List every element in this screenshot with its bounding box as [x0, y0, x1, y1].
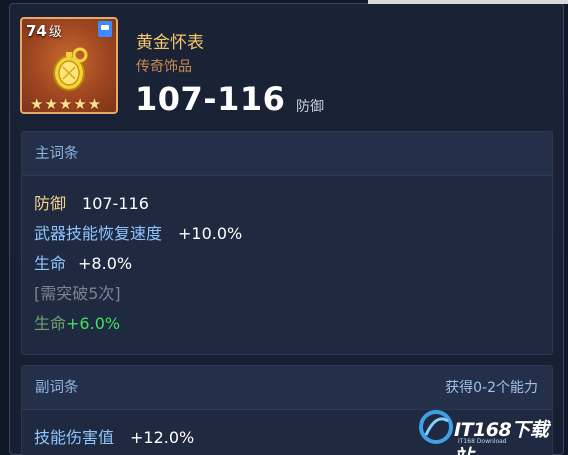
item-icon-slot[interactable]: 74 级 ★★★★★	[20, 17, 118, 114]
primary-affix-panel: 主词条 防御 107-116 武器技能恢复速度 +10.0% 生命 +8.0% [需突…	[21, 131, 553, 355]
affix-row-defense: 防御 107-116	[34, 190, 149, 214]
watermark-subtext: IT168 Download	[458, 438, 507, 445]
main-stat-value: 107-116	[135, 80, 286, 118]
affix-row-skill-recovery: 武器技能恢复速度 +10.0%	[34, 220, 242, 244]
breakthrough-requirement: [需突破5次]	[34, 280, 121, 304]
affix-row-life-bonus: 生命+6.0%	[34, 310, 120, 334]
affix-row-skill-damage: 技能伤害值 +12.0%	[34, 424, 194, 448]
secondary-affix-title: 副词条 获得0-2个能力	[22, 366, 552, 410]
item-level: 74 级	[26, 21, 62, 40]
primary-affix-title-text: 主词条	[35, 146, 79, 162]
affix-label: 生命	[34, 314, 67, 333]
item-level-number: 74	[26, 22, 47, 40]
affix-value: +8.0%	[78, 254, 133, 273]
watermark-text: IT168下载站	[454, 419, 549, 455]
item-rarity: 传奇饰品	[136, 59, 192, 75]
affix-label: 武器技能恢复速度	[34, 224, 163, 243]
affix-label: 防御	[34, 194, 67, 213]
gold-pocket-watch-icon	[53, 47, 88, 91]
secondary-affix-note: 获得0-2个能力	[445, 380, 538, 396]
affix-value: +12.0%	[130, 428, 195, 447]
site-watermark: IT168下载站 IT168 Download	[418, 409, 558, 455]
affix-row-life: 生命 +8.0%	[34, 250, 132, 274]
affix-label: 生命	[34, 254, 67, 273]
affix-value: +10.0%	[178, 224, 243, 243]
primary-affix-title: 主词条	[22, 132, 552, 176]
top-strip	[368, 0, 568, 4]
item-level-unit: 级	[48, 25, 62, 40]
main-stat-label: 防御	[296, 99, 324, 115]
item-name: 黄金怀表	[136, 33, 204, 53]
affix-bonus-value: +6.0%	[66, 314, 121, 333]
watermark-logo-icon	[419, 410, 453, 444]
secondary-affix-title-text: 副词条	[35, 380, 79, 396]
requirement-label: [需突破5次]	[34, 284, 121, 303]
affix-value: 107-116	[82, 194, 149, 213]
rarity-stars: ★★★★★	[30, 95, 103, 113]
chat-tag-icon[interactable]	[98, 21, 112, 37]
affix-label: 技能伤害值	[34, 428, 115, 447]
